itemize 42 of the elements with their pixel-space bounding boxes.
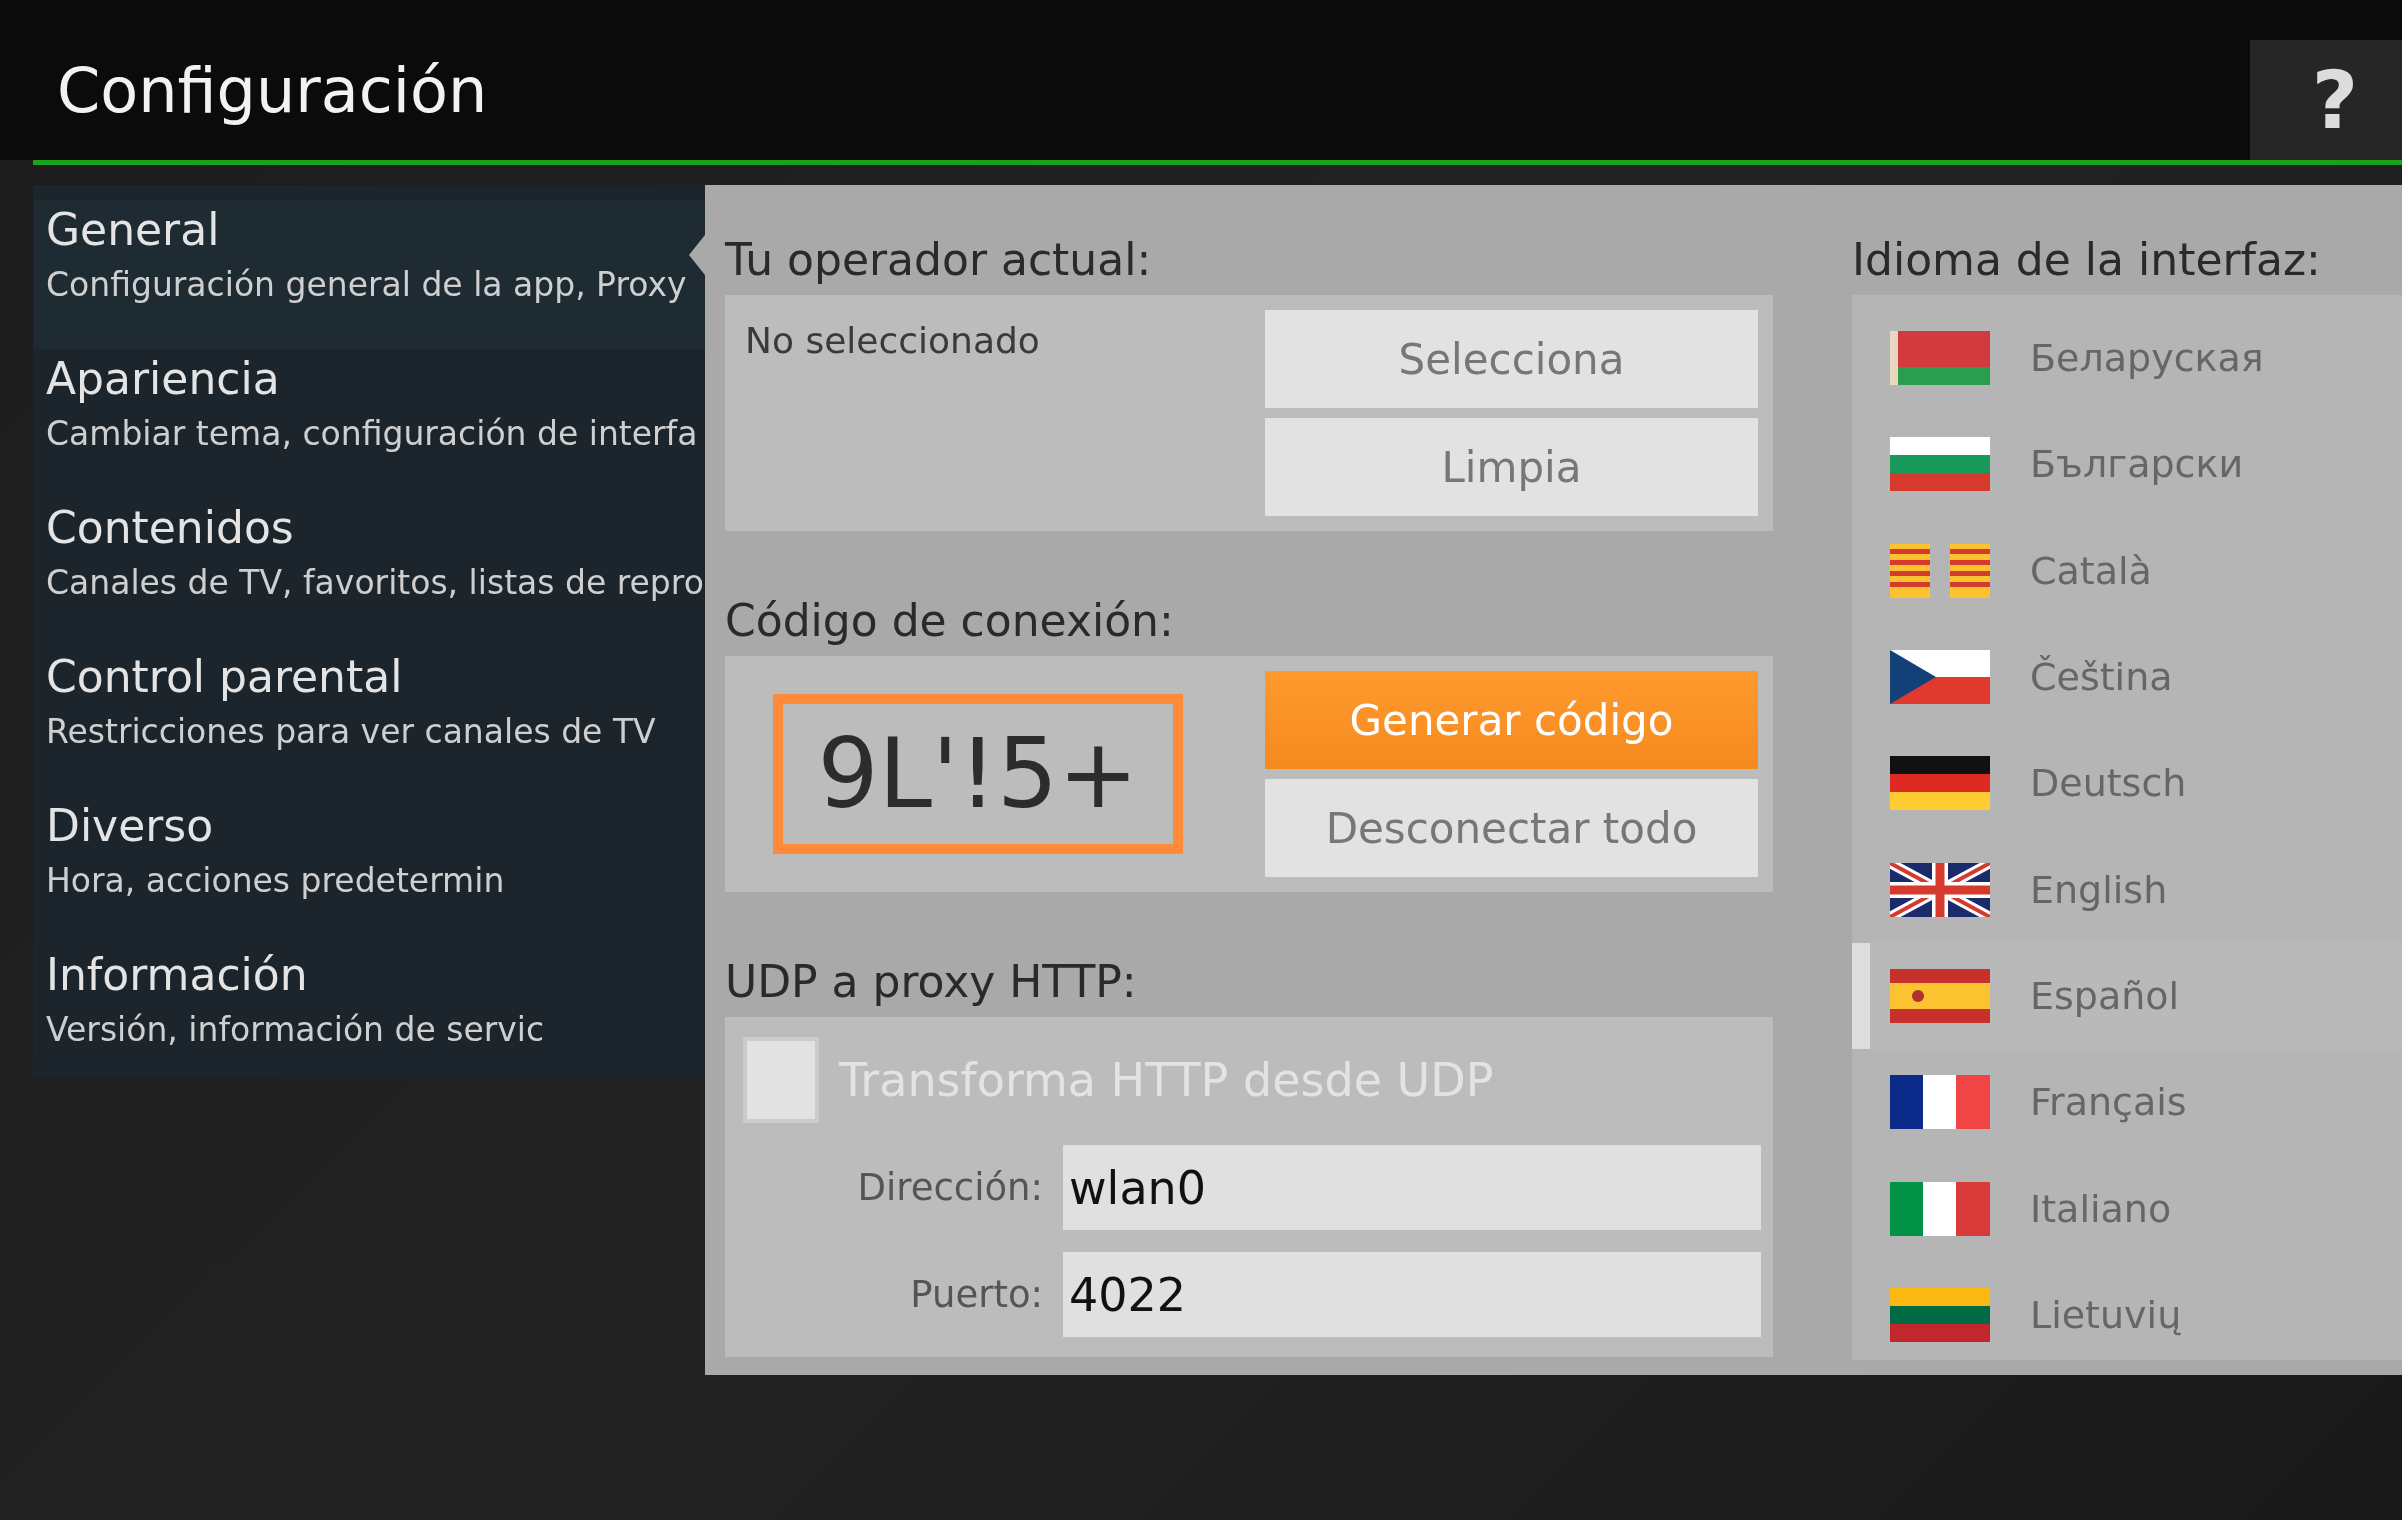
field-label: Dirección: bbox=[856, 1166, 1044, 1209]
language-item[interactable]: Български bbox=[1852, 411, 2402, 518]
language-item[interactable]: Català bbox=[1852, 517, 2402, 624]
language-item[interactable]: Français bbox=[1852, 1049, 2402, 1156]
action-button[interactable]: Limpia bbox=[1265, 418, 1758, 516]
help-button[interactable]: ? bbox=[2250, 40, 2402, 160]
action-button[interactable]: Selecciona bbox=[1265, 310, 1758, 408]
field-label: Puerto: bbox=[909, 1273, 1044, 1316]
sidebar-item[interactable]: Control parental Restricciones para ver canales de TV bbox=[33, 647, 705, 796]
language-item[interactable]: Čeština bbox=[1852, 623, 2402, 731]
flag-icon bbox=[1890, 1287, 1990, 1342]
language-item[interactable]: Español bbox=[1852, 942, 2402, 1050]
language-item[interactable]: Беларуская bbox=[1852, 305, 2402, 412]
language-item[interactable]: Lietuvių bbox=[1852, 1261, 2402, 1368]
section-heading: Idioma de la interfaz: bbox=[1852, 233, 2322, 287]
connection-code: 9L'!5+ bbox=[773, 694, 1183, 854]
language-item[interactable]: Deutsch bbox=[1852, 730, 2402, 837]
language-item[interactable]: English bbox=[1852, 836, 2402, 943]
flag-icon bbox=[1890, 756, 1990, 811]
flag-icon bbox=[1890, 862, 1990, 917]
sidebar-item[interactable]: Diverso Hora, acciones predetermin bbox=[33, 796, 705, 945]
sidebar-item[interactable]: Contenidos Canales de TV, favoritos, listas de repro bbox=[33, 498, 705, 647]
input-field[interactable]: 4022 bbox=[1063, 1252, 1761, 1337]
language-item[interactable]: Italiano bbox=[1852, 1155, 2402, 1262]
action-button[interactable]: Desconectar todo bbox=[1265, 779, 1758, 877]
section-heading: Código de conexión: bbox=[725, 594, 1175, 648]
flag-icon bbox=[1890, 437, 1990, 492]
sidebar-item[interactable]: Información Versión, información de servic bbox=[33, 945, 705, 1094]
section-heading: UDP a proxy HTTP: bbox=[725, 955, 1138, 1009]
flag-icon bbox=[1890, 650, 1990, 705]
page-title: Configuración bbox=[57, 52, 488, 127]
flag-icon bbox=[1890, 543, 1990, 598]
action-button[interactable]: Generar código bbox=[1265, 671, 1758, 769]
sidebar-item[interactable]: General Configuración general de la app, Proxy bbox=[33, 200, 705, 349]
flag-icon bbox=[1890, 1075, 1990, 1130]
input-field[interactable]: wlan0 bbox=[1063, 1145, 1761, 1230]
section-heading: Tu operador actual: bbox=[725, 233, 1153, 287]
flag-icon bbox=[1890, 1181, 1990, 1236]
sidebar-item[interactable]: Apariencia Cambiar tema, configuración de interfa bbox=[33, 349, 705, 498]
flag-icon bbox=[1890, 331, 1990, 386]
operator-value: No seleccionado bbox=[745, 319, 1040, 363]
flag-icon bbox=[1890, 968, 1990, 1023]
